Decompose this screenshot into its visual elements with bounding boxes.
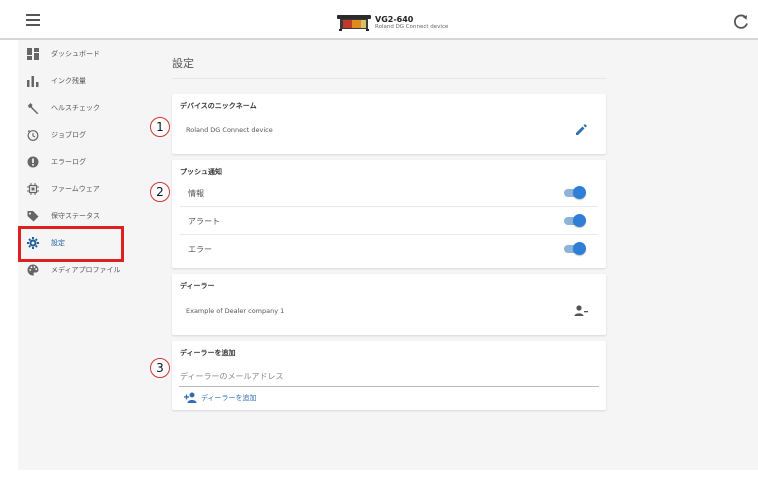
palette-icon [27, 264, 39, 276]
hamburger-menu-icon[interactable] [26, 14, 40, 26]
device-title: VG2-640 [375, 15, 414, 24]
toggle-info[interactable] [564, 186, 586, 200]
sidebar-item-maintenance[interactable]: 保守ステータス [18, 205, 144, 227]
push-notification-card: プッシュ通知 情報 アラート エラー [172, 160, 606, 268]
sidebar-item-label: エラーログ [51, 158, 86, 166]
sidebar-item-ink-level[interactable]: インク残量 [18, 70, 144, 92]
dealer-name: Example of Dealer company 1 [186, 307, 285, 315]
notification-label-alert: アラート [188, 217, 220, 226]
card-title: デバイスのニックネーム [180, 102, 257, 110]
history-icon [27, 130, 39, 141]
wrench-icon [28, 103, 39, 114]
add-dealer-label: ディーラーを追加 [201, 393, 257, 402]
sidebar-item-label: インク残量 [51, 77, 86, 85]
sidebar-item-label: 保守ステータス [51, 212, 100, 220]
nickname-value: Roland DG Connect device [186, 126, 273, 134]
chip-icon [27, 183, 39, 195]
sidebar-item-health-check[interactable]: ヘルスチェック [18, 97, 144, 119]
error-icon [27, 156, 39, 168]
toggle-alert[interactable] [564, 214, 586, 228]
sidebar-item-media-profile[interactable]: メディアプロファイル [18, 259, 144, 281]
sidebar-item-label: ヘルスチェック [51, 104, 100, 112]
row-divider [180, 234, 598, 235]
nickname-card: デバイスのニックネーム Roland DG Connect device [172, 94, 606, 154]
bar-chart-icon [27, 76, 39, 87]
edit-icon[interactable] [574, 123, 588, 137]
callout-number: 2 [150, 182, 170, 202]
toggle-error[interactable] [564, 242, 586, 256]
card-title: プッシュ通知 [180, 168, 222, 176]
title-divider [172, 78, 606, 79]
settings-highlight-box [18, 226, 124, 262]
dealer-card: ディーラー Example of Dealer company 1 [172, 274, 606, 335]
remove-person-icon[interactable] [574, 304, 588, 318]
add-person-icon [184, 392, 197, 403]
dealer-email-input[interactable] [179, 367, 599, 387]
device-subtitle: Roland DG Connect device [375, 24, 449, 30]
card-title: ディーラー [180, 282, 215, 290]
sidebar-item-job-log[interactable]: ジョブログ [18, 124, 144, 146]
callout-number: 3 [150, 358, 170, 378]
add-dealer-card: ディーラーを追加 ディーラーを追加 [172, 341, 606, 410]
sidebar-item-label: ダッシュボード [51, 50, 100, 58]
sidebar-item-error-log[interactable]: エラーログ [18, 151, 144, 173]
sidebar-item-label: ジョブログ [51, 131, 86, 139]
device-thumbnail-icon [337, 15, 371, 31]
tag-icon [27, 211, 39, 222]
callout-number: 1 [150, 117, 170, 137]
sidebar-item-label: メディアプロファイル [51, 266, 121, 274]
refresh-icon[interactable] [733, 14, 749, 30]
card-title: ディーラーを追加 [180, 349, 236, 357]
notification-label-info: 情報 [188, 189, 204, 198]
page-title: 設定 [172, 57, 194, 70]
sidebar-item-label: ファームウェア [51, 185, 100, 193]
notification-label-error: エラー [188, 245, 212, 254]
add-dealer-button[interactable]: ディーラーを追加 [184, 392, 257, 403]
dashboard-icon [27, 48, 39, 60]
sidebar-item-dashboard[interactable]: ダッシュボード [18, 43, 144, 65]
row-divider [180, 206, 598, 207]
sidebar-item-firmware[interactable]: ファームウェア [18, 178, 144, 200]
top-bar: VG2-640 Roland DG Connect device [0, 0, 758, 40]
